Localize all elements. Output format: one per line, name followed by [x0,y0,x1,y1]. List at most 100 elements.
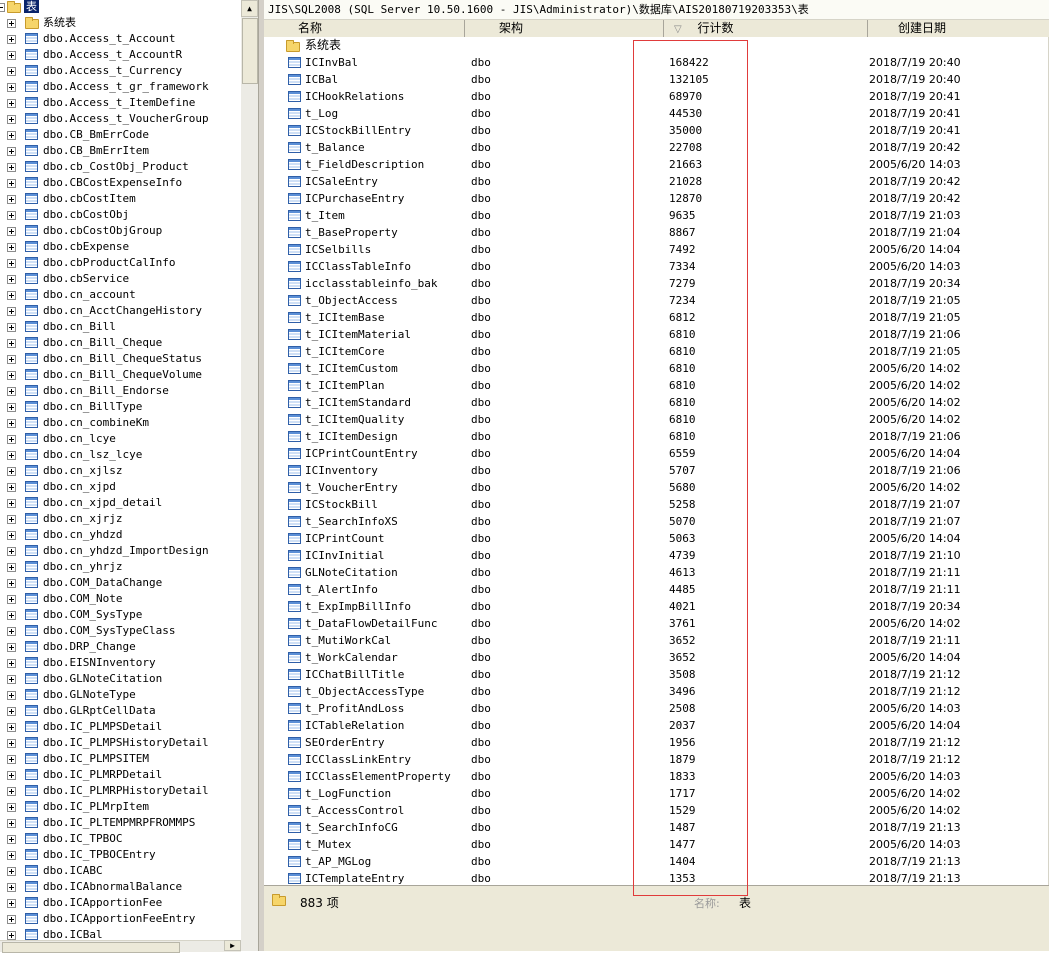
expand-icon[interactable] [7,579,16,588]
cell-schema: dbo [471,294,491,307]
table-icon [25,145,38,156]
table-icon [25,785,38,796]
expand-icon[interactable] [7,467,16,476]
expand-icon[interactable] [7,179,16,188]
table-icon [25,481,38,492]
expand-icon[interactable] [7,195,16,204]
expand-icon[interactable] [7,531,16,540]
expand-icon[interactable] [7,515,16,524]
cell-rowcount: 8867 [669,226,696,239]
tree-horizontal-scroll-thumb[interactable] [2,942,180,953]
column-header-created[interactable]: 创建日期 [868,20,1049,37]
expand-icon[interactable] [7,435,16,444]
expand-icon[interactable] [7,291,16,300]
expand-icon[interactable] [7,355,16,364]
expand-icon[interactable] [7,915,16,924]
cell-created: 2018/7/19 21:05 [869,311,961,324]
expand-icon[interactable] [7,323,16,332]
column-header-schema[interactable]: 架构 [465,20,664,37]
expand-icon[interactable] [7,819,16,828]
expand-icon[interactable] [7,115,16,124]
table-icon [288,414,301,425]
expand-icon[interactable] [7,35,16,44]
expand-icon[interactable] [7,211,16,220]
cell-name: ICHookRelations [305,90,405,103]
expand-icon[interactable] [7,627,16,636]
expand-icon[interactable] [7,51,16,60]
expand-icon[interactable] [7,275,16,284]
tree-item-label: dbo.ICAbnormalBalance [43,880,183,893]
expand-icon[interactable] [7,691,16,700]
expand-icon[interactable] [7,339,16,348]
scroll-right-arrow-icon[interactable]: ▶ [224,940,241,951]
tree-item-label: dbo.cn_lcye [43,432,116,445]
table-list: 系统表 ICInvBal dbo 168422 2018/7/19 20:40 ICBa… [264,37,1049,885]
expand-icon[interactable] [7,419,16,428]
cell-created: 2005/6/20 14:03 [869,260,961,273]
expand-icon[interactable] [7,563,16,572]
table-icon [288,822,301,833]
expand-icon[interactable] [7,899,16,908]
expand-icon[interactable] [7,403,16,412]
cell-created: 2005/6/20 14:04 [869,719,961,732]
expand-icon[interactable] [7,371,16,380]
expand-icon[interactable] [7,675,16,684]
expand-icon[interactable] [7,595,16,604]
expand-icon[interactable] [7,307,16,316]
expand-icon[interactable] [7,19,16,28]
tree-horizontal-scrollbar[interactable]: ▶ [0,940,241,953]
expand-icon[interactable] [7,451,16,460]
cell-schema: dbo [471,804,491,817]
cell-name: ICInvInitial [305,549,385,562]
expand-icon[interactable] [7,931,16,940]
tree-item-label: dbo.ICApportionFee [43,896,163,909]
expand-icon[interactable] [7,387,16,396]
cell-schema: dbo [471,260,491,273]
expand-icon[interactable] [7,739,16,748]
expand-icon[interactable] [7,67,16,76]
expand-icon[interactable] [7,147,16,156]
expand-icon[interactable] [7,499,16,508]
expand-icon[interactable] [7,659,16,668]
expand-icon[interactable] [7,611,16,620]
expand-icon[interactable] [7,723,16,732]
tree-vertical-scrollbar[interactable]: ▲ [241,0,258,951]
expand-icon[interactable] [7,803,16,812]
expand-icon[interactable] [7,835,16,844]
expand-icon[interactable] [7,851,16,860]
column-header-rowcount[interactable]: ▽ 行计数 [664,20,868,37]
cell-schema: dbo [471,685,491,698]
table-icon [288,176,301,187]
table-icon [288,754,301,765]
column-header-name[interactable]: 名称 [264,20,465,37]
cell-name: t_Balance [305,141,365,154]
cell-name: ICClassTableInfo [305,260,411,273]
expand-icon[interactable] [7,755,16,764]
expand-icon[interactable] [7,771,16,780]
tree-vertical-scroll-thumb[interactable] [242,18,258,84]
expand-icon[interactable] [7,707,16,716]
expand-icon[interactable] [7,99,16,108]
expand-icon[interactable] [7,227,16,236]
expand-icon[interactable] [7,787,16,796]
collapse-icon[interactable] [0,3,5,12]
expand-icon[interactable] [7,163,16,172]
expand-icon[interactable] [7,259,16,268]
expand-icon[interactable] [7,643,16,652]
expand-icon[interactable] [7,131,16,140]
expand-icon[interactable] [7,243,16,252]
table-icon [25,529,38,540]
tree-item-label: dbo.cb_CostObj_Product [43,160,189,173]
cell-created: 2018/7/19 21:10 [869,549,961,562]
expand-icon[interactable] [7,83,16,92]
expand-icon[interactable] [7,883,16,892]
table-icon [25,289,38,300]
expand-icon[interactable] [7,867,16,876]
scroll-up-arrow-icon[interactable]: ▲ [241,0,258,17]
expand-icon[interactable] [7,483,16,492]
tree-item-label: dbo.Access_t_VoucherGroup [43,112,209,125]
expand-icon[interactable] [7,547,16,556]
tree-item-label: dbo.cbProductCalInfo [43,256,176,269]
cell-name: ICClassElementProperty [305,770,451,783]
tree-root-label[interactable]: 表 [24,0,39,13]
